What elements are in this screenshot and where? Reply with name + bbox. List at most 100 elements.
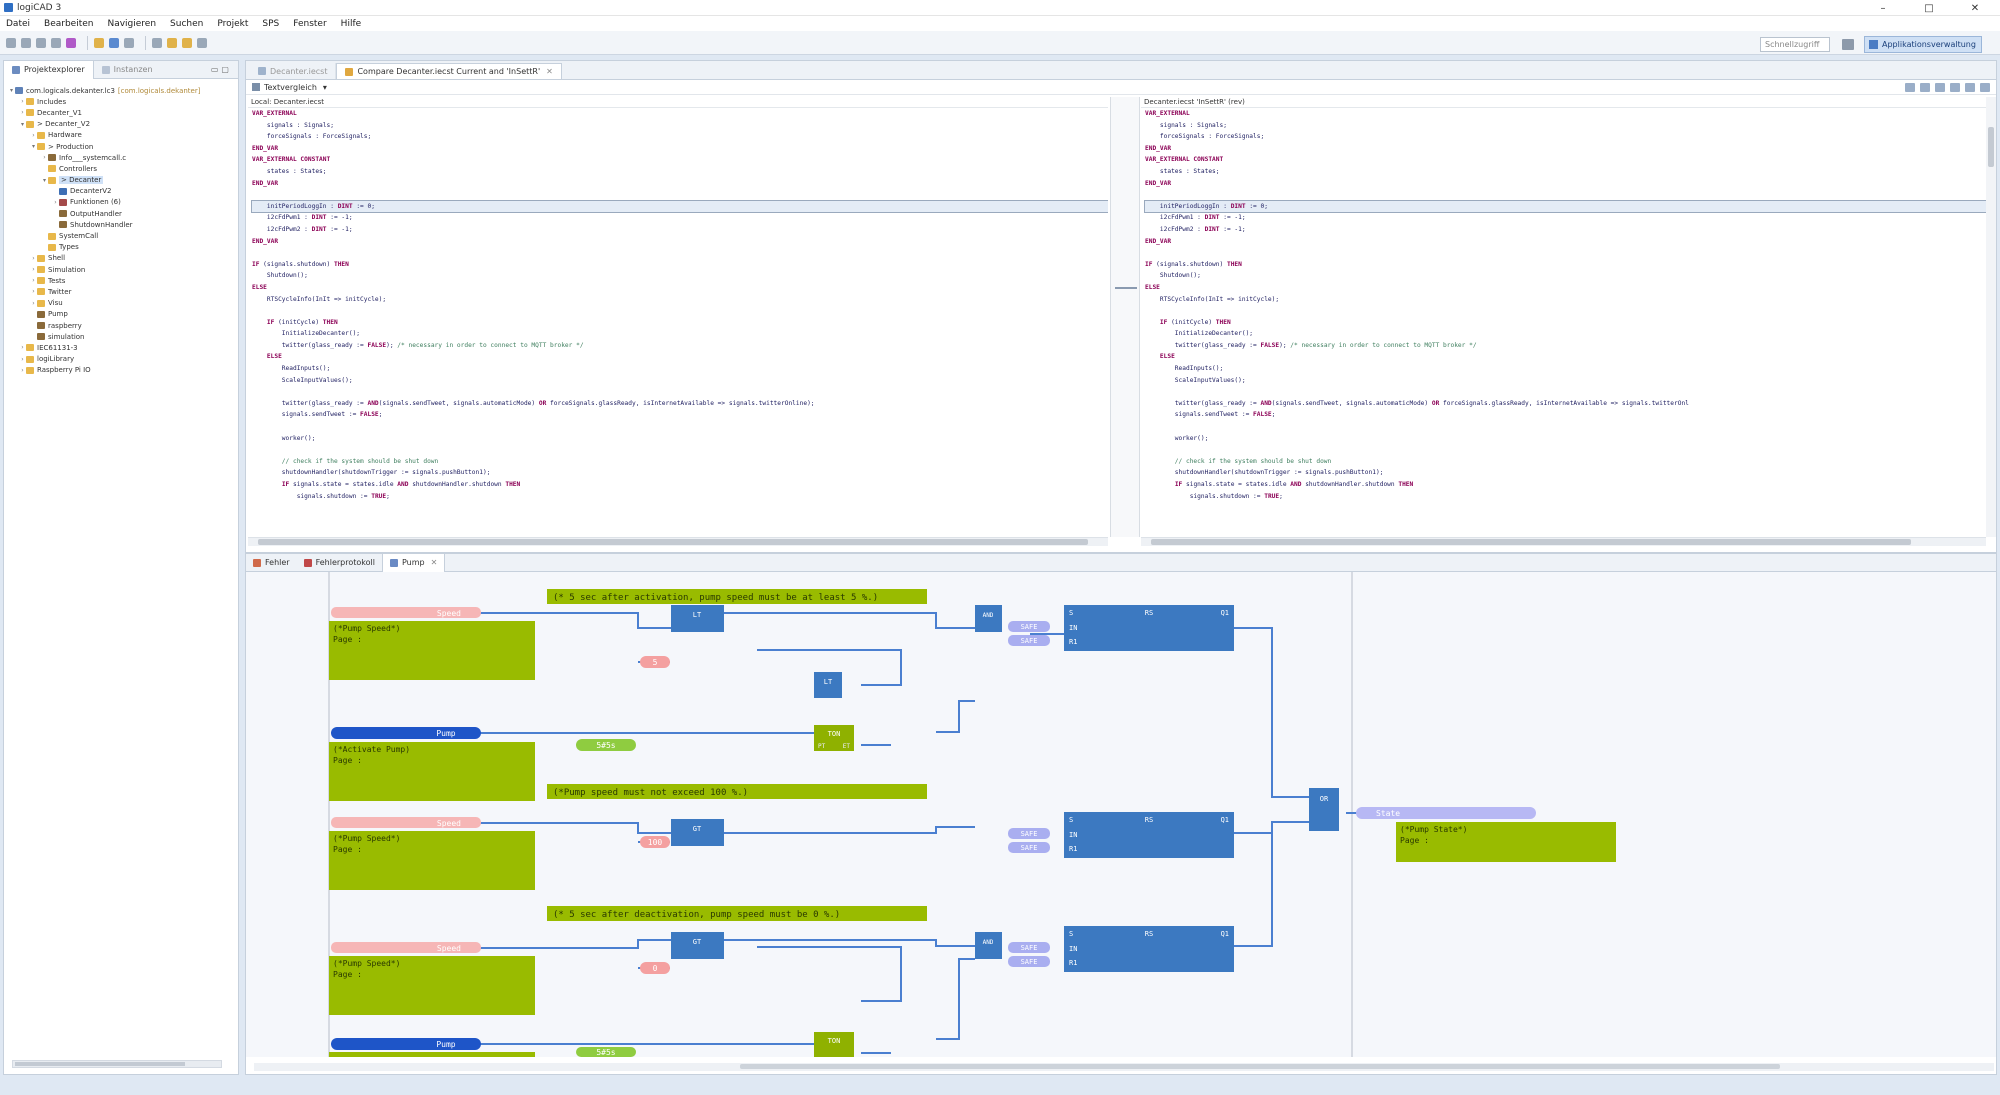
code-line[interactable]: IF (signals.shutdown) THEN [252,259,1108,271]
code-line[interactable] [1145,421,1986,433]
code-line[interactable]: ScaleInputValues(); [1145,375,1986,387]
menu-datei[interactable]: Datei [6,19,30,29]
code-line[interactable]: ScaleInputValues(); [252,375,1108,387]
chevron-right-icon[interactable]: › [30,132,37,139]
code-line[interactable]: forceSignals : ForceSignals; [1145,131,1986,143]
tree-item[interactable]: simulation [4,331,238,342]
tree-item[interactable]: SystemCall [4,230,238,241]
back-icon[interactable] [167,37,177,48]
perspective-button[interactable]: Applikationsverwaltung [1864,36,1982,53]
code-line[interactable]: END_VAR [252,236,1108,248]
minimize-button[interactable]: – [1860,0,1906,16]
code-line[interactable]: IF (initCycle) THEN [252,317,1108,329]
chevron-right-icon[interactable]: › [30,288,37,295]
pin-icon[interactable] [197,37,207,48]
code-line[interactable]: signals : Signals; [1145,120,1986,132]
tree-item[interactable]: DecanterV2 [4,186,238,197]
menu-suchen[interactable]: Suchen [170,19,203,29]
tree-item[interactable]: raspberry [4,320,238,331]
code-line[interactable]: signals : Signals; [252,120,1108,132]
tree-item[interactable]: › Funktionen (6) [4,197,238,208]
chevron-right-icon[interactable]: › [41,154,48,161]
vertical-scrollbar[interactable] [1986,97,1996,537]
code-line[interactable]: ELSE [1145,282,1986,294]
prev-change-icon[interactable] [1980,83,1990,92]
code-line[interactable]: signals.shutdown := TRUE; [1145,491,1986,503]
code-line[interactable]: VAR_EXTERNAL CONSTANT [1145,154,1986,166]
chevron-right-icon[interactable]: › [19,98,26,105]
save-all-icon[interactable] [51,37,61,48]
search-icon[interactable] [152,37,162,48]
code-line[interactable] [252,189,1108,201]
chevron-right-icon[interactable]: › [19,344,26,351]
var-pump[interactable] [331,1038,481,1050]
chevron-right-icon[interactable]: › [30,266,37,273]
code-line[interactable]: i2cFdPwm1 : DINT := -1; [1145,212,1986,224]
code-line[interactable]: // check if the system should be shut do… [1145,456,1986,468]
changed-code-line[interactable]: initPeriodLoggIn : DINT := 0; [251,199,1108,214]
code-line[interactable] [252,444,1108,456]
code-line[interactable] [1145,444,1986,456]
tree-item[interactable]: › Shell [4,253,238,264]
code-line[interactable]: signals.sendTweet := FALSE; [1145,409,1986,421]
menu-hilfe[interactable]: Hilfe [341,19,361,29]
right-code[interactable]: VAR_EXTERNAL signals : Signals; forceSig… [1141,108,1986,502]
left-horizontal-scrollbar[interactable] [248,537,1108,546]
code-line[interactable]: worker(); [1145,433,1986,445]
tree-item[interactable]: › logiLibrary [4,354,238,365]
next-change-icon[interactable] [1965,83,1975,92]
tab-projektexplorer[interactable]: Projektexplorer [4,60,94,79]
code-line[interactable]: ReadInputs(); [1145,363,1986,375]
tab-compare[interactable]: Compare Decanter.iecst Current and 'InSe… [336,63,562,79]
code-line[interactable]: signals.sendTweet := FALSE; [252,409,1108,421]
tree-item[interactable]: ▾ > Decanter [4,175,238,186]
tree-item[interactable]: › Twitter [4,286,238,297]
code-line[interactable]: ELSE [252,282,1108,294]
note-pump[interactable] [329,1052,535,1057]
menu-navigieren[interactable]: Navigieren [107,19,156,29]
tree-item[interactable]: › Info___systemcall.c [4,152,238,163]
next-diff-icon[interactable] [1935,83,1945,92]
tree-item[interactable]: ShutdownHandler [4,219,238,230]
tree-item[interactable]: Types [4,242,238,253]
code-line[interactable] [1145,247,1986,259]
deploy-icon[interactable] [94,37,104,48]
code-line[interactable] [252,247,1108,259]
fbd-diagram[interactable]: (* 5 sec after activation, pump speed mu… [246,572,1996,1057]
code-line[interactable]: END_VAR [1145,143,1986,155]
new-icon[interactable] [6,37,16,48]
code-line[interactable]: forceSignals : ForceSignals; [252,131,1108,143]
code-line[interactable]: // check if the system should be shut do… [252,456,1108,468]
code-line[interactable]: InitializeDecanter(); [252,328,1108,340]
code-line[interactable]: i2cFdPwm2 : DINT := -1; [252,224,1108,236]
code-line[interactable] [252,386,1108,398]
copy-right-icon[interactable] [1920,83,1930,92]
var-pump[interactable] [331,727,481,739]
code-line[interactable]: states : States; [1145,166,1986,178]
tree-item[interactable]: › Hardware [4,130,238,141]
code-line[interactable]: END_VAR [1145,236,1986,248]
tab-instanzen[interactable]: Instanzen [94,61,161,79]
code-line[interactable]: IF (signals.shutdown) THEN [1145,259,1986,271]
horizontal-scrollbar[interactable] [12,1060,222,1068]
panel-minimize-icon[interactable]: ▭▢ [211,65,232,74]
open-icon[interactable] [21,37,31,48]
code-line[interactable]: Shutdown(); [252,270,1108,282]
code-line[interactable]: RTSCycleInfo(InIt => initCycle); [252,294,1108,306]
build-icon[interactable] [66,37,76,48]
tree-item[interactable]: › Visu [4,298,238,309]
chevron-right-icon[interactable]: › [19,356,26,363]
compare-mode-dropdown[interactable]: Textvergleich ▾ [252,83,327,92]
code-line[interactable]: signals.shutdown := TRUE; [252,491,1108,503]
code-line[interactable]: IF signals.state = states.idle AND shutd… [1145,479,1986,491]
changed-code-line[interactable]: initPeriodLoggIn : DINT := 0; [1144,199,1986,214]
tree-item[interactable]: OutputHandler [4,208,238,219]
code-line[interactable]: ELSE [1145,351,1986,363]
chevron-right-icon[interactable]: › [52,199,59,206]
code-line[interactable]: END_VAR [252,143,1108,155]
code-line[interactable] [1145,189,1986,201]
code-line[interactable]: i2cFdPwm2 : DINT := -1; [1145,224,1986,236]
code-line[interactable]: twitter(glass_ready := AND(signals.sendT… [1145,398,1986,410]
right-horizontal-scrollbar[interactable] [1141,537,1986,546]
tree-item[interactable]: ▾ > Production [4,141,238,152]
